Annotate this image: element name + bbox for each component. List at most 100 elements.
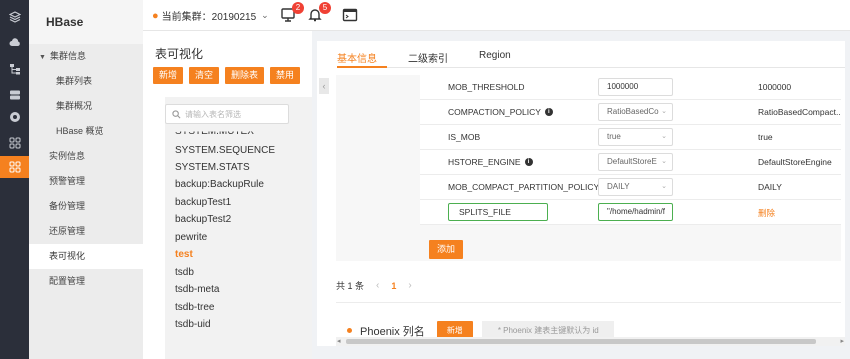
layers-icon[interactable]: [0, 6, 29, 28]
nav-item-backup[interactable]: 备份管理: [29, 194, 143, 219]
nav-item-alerts[interactable]: 预警管理: [29, 169, 143, 194]
property-row: HSTORE_ENGINE i DefaultStoreE ⌄ DefaultSto…: [420, 150, 841, 175]
nav-item-config[interactable]: 配置管理: [29, 269, 143, 294]
custom-property-row: SPLITS_FILE "/home/hadmin/f 删除: [420, 200, 841, 225]
property-table: MOB_THRESHOLD 1000000 1000000 COMPACTION…: [336, 75, 841, 261]
property-value-input[interactable]: 1000000: [598, 78, 673, 96]
property-default: 1000000: [758, 82, 792, 92]
property-row: MOB_COMPACT_PARTITION_POLICY DAILY ⌄ DAIL…: [420, 175, 841, 200]
next-page-icon[interactable]: ›: [408, 280, 411, 291]
property-name-text: MOB_COMPACT_PARTITION_POLICY: [448, 182, 600, 192]
add-property-button[interactable]: 添加: [429, 240, 463, 259]
detail-card: ‹ 基本信息 二级索引 Region MOB_THRESHOLD 1000000…: [317, 41, 845, 346]
table-item[interactable]: SYSTEM.SEQUENCE: [175, 145, 275, 156]
pagination: 共 1 条 ‹ 1 ›: [336, 279, 424, 292]
chevron-down-icon: ⌄: [661, 133, 667, 140]
table-actions: 新增 清空 删除表 禁用: [153, 67, 301, 84]
table-list-panel: 表可视化 新增 清空 删除表 禁用 SYSTEM.MUTEX SYSTEM.SE…: [143, 31, 312, 359]
monitor-icon[interactable]: 2: [280, 2, 304, 23]
monitor-badge: 2: [292, 2, 304, 14]
table-item[interactable]: pewrite: [175, 232, 207, 243]
icon-rail: [0, 0, 29, 359]
info-icon[interactable]: i: [544, 108, 553, 116]
property-default: DAILY: [758, 182, 782, 192]
nav-item-table-visualization[interactable]: 表可视化: [29, 244, 143, 269]
brand-title: HBase: [29, 0, 143, 44]
scroll-thumb[interactable]: [346, 339, 816, 344]
database-icon[interactable]: [0, 84, 29, 106]
table-search: [165, 104, 289, 124]
search-input[interactable]: [185, 109, 285, 119]
table-item[interactable]: backupTest1: [175, 197, 231, 208]
section-divider: [336, 302, 841, 303]
row-gutter: [336, 75, 420, 261]
chevron-down-icon: ⌄: [661, 183, 667, 190]
property-value-select[interactable]: RatioBasedCo ⌄: [598, 103, 673, 121]
hierarchy-icon[interactable]: [0, 58, 29, 80]
table-item[interactable]: tsdb-meta: [175, 284, 219, 295]
info-icon[interactable]: i: [524, 158, 533, 166]
table-item[interactable]: tsdb-tree: [175, 302, 214, 313]
property-name: COMPACTION_POLICY i: [448, 107, 553, 117]
tab-secondary-index[interactable]: 二级索引: [408, 50, 448, 65]
table-item[interactable]: backup:BackupRule: [175, 179, 264, 190]
property-name-text: COMPACTION_POLICY: [448, 107, 541, 117]
tab-region[interactable]: Region: [479, 50, 511, 61]
select-value: DefaultStoreE: [607, 157, 657, 166]
table-item-selected[interactable]: test: [175, 249, 193, 260]
horizontal-scrollbar[interactable]: ◂ ▸: [336, 337, 845, 346]
chevron-down-icon: ⌄: [261, 10, 269, 20]
nav-item-restore[interactable]: 还原管理: [29, 219, 143, 244]
nav-sidebar: HBase ▼ 集群信息 集群列表 集群概况 HBase 概览 实例信息 预警管理…: [29, 0, 143, 359]
detail-panel: ‹ 基本信息 二级索引 Region MOB_THRESHOLD 1000000…: [312, 31, 850, 359]
bell-badge: 5: [319, 2, 331, 14]
property-name: MOB_THRESHOLD: [448, 82, 525, 92]
property-value-select[interactable]: true ⌄: [598, 128, 673, 146]
property-value-select[interactable]: DAILY ⌄: [598, 178, 673, 196]
custom-key-input[interactable]: SPLITS_FILE: [448, 203, 548, 221]
property-row: MOB_THRESHOLD 1000000 1000000: [420, 75, 841, 100]
grid-icon[interactable]: [0, 132, 29, 154]
property-default: true: [758, 132, 773, 142]
disable-table-button[interactable]: 禁用: [270, 67, 301, 84]
delete-row-link[interactable]: 删除: [758, 207, 841, 219]
table-item[interactable]: SYSTEM.STATS: [175, 162, 250, 173]
cluster-selector[interactable]: ● 当前集群：20190215 ⌄: [152, 8, 269, 24]
apps-icon[interactable]: [0, 156, 29, 178]
scroll-right-icon[interactable]: ▸: [840, 337, 844, 346]
property-default: RatioBasedCompact...: [758, 107, 841, 117]
table-item[interactable]: tsdb-uid: [175, 319, 211, 330]
prev-page-icon[interactable]: ‹: [376, 280, 379, 291]
nav-item-hbase-overview[interactable]: HBase 概览: [29, 119, 143, 144]
nav-item-cluster-list[interactable]: 集群列表: [29, 69, 143, 94]
property-name: MOB_COMPACT_PARTITION_POLICY: [448, 182, 599, 192]
nav-item-instance-info[interactable]: 实例信息: [29, 144, 143, 169]
panel-title: 表可视化: [155, 47, 204, 61]
location-pin-icon: ●: [152, 9, 159, 22]
select-value: DAILY: [607, 182, 630, 191]
tab-basic-info[interactable]: 基本信息: [337, 50, 377, 65]
table-item[interactable]: tsdb: [175, 267, 194, 278]
chevron-down-icon: ⌄: [661, 108, 667, 115]
top-header: ● 当前集群：20190215 ⌄ 2 5: [143, 0, 850, 31]
add-table-button[interactable]: 新增: [153, 67, 184, 84]
custom-value-input[interactable]: "/home/hadmin/f: [598, 203, 673, 221]
scroll-left-icon[interactable]: ◂: [337, 337, 341, 346]
chevron-down-icon: ⌄: [661, 158, 667, 165]
caret-down-icon: ▼: [39, 54, 46, 61]
nav-group-cluster-info[interactable]: ▼ 集群信息: [29, 44, 143, 69]
property-row: IS_MOB true ⌄ true: [420, 125, 841, 150]
globe-icon[interactable]: [0, 106, 29, 128]
terminal-icon[interactable]: [342, 7, 358, 23]
select-value: true: [607, 132, 621, 141]
truncate-table-button[interactable]: 清空: [189, 67, 220, 84]
nav-item-cluster-overview[interactable]: 集群概况: [29, 94, 143, 119]
property-value-select[interactable]: DefaultStoreE ⌄: [598, 153, 673, 171]
property-name: HSTORE_ENGINE i: [448, 157, 533, 167]
bell-icon[interactable]: 5: [307, 2, 331, 23]
cloud-icon[interactable]: [0, 32, 29, 54]
collapse-chevron-icon[interactable]: ‹: [319, 78, 329, 94]
delete-table-button[interactable]: 删除表: [225, 67, 265, 84]
table-item[interactable]: backupTest2: [175, 214, 231, 225]
page-number[interactable]: 1: [391, 281, 396, 291]
